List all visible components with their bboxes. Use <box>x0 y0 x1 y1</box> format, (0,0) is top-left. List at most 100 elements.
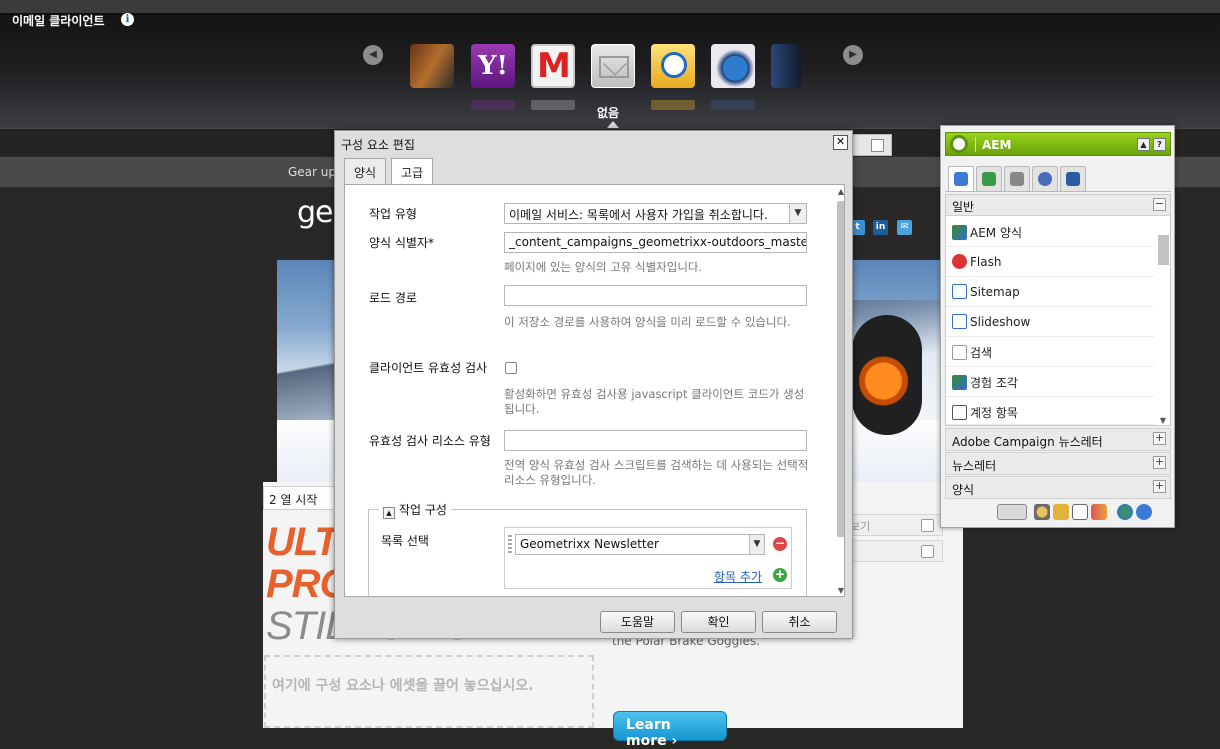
sidekick-tabs <box>945 162 1171 192</box>
design-icon[interactable] <box>1091 504 1107 520</box>
list-select[interactable]: Geometrixx Newsletter ▼ <box>515 534 765 555</box>
globe-icon[interactable] <box>1117 504 1133 520</box>
column-header: 2 열 시작 <box>263 486 343 510</box>
refresh-icon[interactable] <box>1136 504 1152 520</box>
partial-client-icon[interactable] <box>771 44 801 88</box>
reflection <box>471 100 515 110</box>
carousel-prev-icon[interactable]: ◀ <box>363 45 383 65</box>
form-id-help: 페이지에 있는 양식의 고유 식별자입니다. <box>504 260 703 274</box>
help-icon[interactable]: ? <box>1153 138 1166 151</box>
edit-mode-icon[interactable] <box>997 504 1027 520</box>
load-path-help: 이 저장소 경로를 사용하여 양식을 미리 로드할 수 있습니다. <box>504 315 791 329</box>
promo-line-1: ULT <box>266 520 339 564</box>
add-item-link[interactable]: 항목 추가 <box>714 568 762 585</box>
page-properties-icon[interactable] <box>1072 504 1088 520</box>
component-item-label: 계정 항목 <box>970 406 1018 420</box>
collapse-icon[interactable]: ▲ <box>1137 138 1150 151</box>
selected-client-label: 없음 <box>597 106 620 120</box>
experience-fragment-icon <box>952 375 967 390</box>
add-item-icon[interactable]: + <box>773 568 787 582</box>
outlook-icon[interactable] <box>651 44 695 88</box>
load-path-label: 로드 경로 <box>369 291 417 305</box>
drop-zone-text: 여기에 구성 요소나 에셋을 끌어 놓으십시오. <box>272 678 534 694</box>
generic-mail-icon[interactable] <box>591 44 635 88</box>
ok-button[interactable]: 확인 <box>681 611 756 633</box>
drag-handle-icon[interactable] <box>508 535 512 553</box>
help-button[interactable]: 도움말 <box>600 611 675 633</box>
tab-info[interactable] <box>1004 166 1030 192</box>
tab-workflow[interactable] <box>1060 166 1086 192</box>
drop-zone[interactable]: 여기에 구성 요소나 에셋을 끌어 놓으십시오. <box>264 655 594 728</box>
email-client-bar: 이메일 클라이언트 i ◀ ▶ Y! M 없음 <box>0 0 1220 128</box>
component-item[interactable]: 계정 항목 <box>946 397 1154 425</box>
top-strip <box>0 0 1220 13</box>
chevron-down-icon[interactable]: ▼ <box>749 535 764 554</box>
ruler-icon[interactable] <box>1053 504 1069 520</box>
load-path-input[interactable] <box>504 285 807 306</box>
scroll-thumb[interactable] <box>837 201 844 537</box>
tab-advanced[interactable]: 고급 <box>391 158 434 185</box>
nav-text[interactable]: Gear up <box>288 165 336 179</box>
collapse-icon[interactable]: ▲ <box>383 507 395 519</box>
expand-icon[interactable]: + <box>1153 456 1166 469</box>
form-id-label: 양식 식별자* <box>369 236 435 250</box>
expand-icon[interactable]: + <box>1153 480 1166 493</box>
collapse-icon[interactable]: − <box>1153 198 1166 211</box>
component-item[interactable]: Slideshow <box>946 307 1154 337</box>
dialog-scrollbar[interactable]: ▲ ▼ <box>836 187 844 596</box>
linkedin-icon[interactable]: in <box>873 220 888 235</box>
remove-item-icon[interactable]: − <box>773 537 787 551</box>
info-icon[interactable]: i <box>121 13 134 26</box>
thunderbird-icon[interactable] <box>711 44 755 88</box>
scroll-up-icon[interactable]: ▲ <box>836 187 844 197</box>
component-item[interactable]: 검색 <box>946 337 1154 367</box>
form-id-input[interactable]: _content_campaigns_geometrixx-outdoors_m… <box>504 232 807 253</box>
carousel-next-icon[interactable]: ▶ <box>843 45 863 65</box>
component-list-scrollbar[interactable]: ▼ <box>1157 217 1169 425</box>
component-item-label: AEM 양식 <box>970 226 1023 240</box>
cancel-button[interactable]: 취소 <box>762 611 837 633</box>
partial-client-icon[interactable] <box>410 44 454 88</box>
tab-components[interactable] <box>948 166 974 192</box>
group-campaign-newsletter[interactable]: Adobe Campaign 뉴스레터 + <box>945 428 1171 451</box>
scroll-down-icon[interactable]: ▼ <box>1157 416 1169 425</box>
tab-form[interactable]: 양식 <box>344 158 387 184</box>
component-item[interactable]: Flash <box>946 247 1154 277</box>
group-form[interactable]: 양식 + <box>945 476 1171 499</box>
flash-icon <box>952 254 967 269</box>
learn-more-button[interactable]: Learn more › <box>613 711 727 749</box>
component-item-label: 검색 <box>970 346 993 360</box>
mail-icon[interactable]: ✉ <box>897 220 912 235</box>
preview-icon[interactable] <box>1034 504 1050 520</box>
checkbox-icon[interactable] <box>921 519 934 532</box>
component-list: 일반 − AEM 양식 Flash Sitemap Slideshow 검색 경… <box>945 194 1171 426</box>
component-item[interactable]: Sitemap <box>946 277 1154 307</box>
scroll-thumb[interactable] <box>1158 235 1169 265</box>
component-item[interactable]: 경험 조각 <box>946 367 1154 397</box>
paragraph-box[interactable] <box>843 540 943 562</box>
paragraph-box[interactable]: 보기 <box>843 514 943 536</box>
close-icon[interactable]: ✕ <box>833 135 848 150</box>
checkbox-icon[interactable] <box>871 139 884 152</box>
action-config-legend[interactable]: ▲ 작업 구성 <box>379 501 451 519</box>
expand-icon[interactable]: + <box>1153 432 1166 445</box>
info-icon <box>1010 172 1024 186</box>
client-validation-label: 클라이언트 유효성 검사 <box>369 361 488 375</box>
group-general[interactable]: 일반 − <box>946 195 1170 216</box>
yahoo-icon[interactable]: Y! <box>471 44 515 88</box>
tab-versioning[interactable] <box>1032 166 1058 192</box>
action-type-select[interactable]: 이메일 서비스: 목록에서 사용자 가입을 취소합니다. ▼ <box>504 203 807 224</box>
list-select-value: Geometrixx Newsletter <box>520 537 659 551</box>
form-icon <box>952 225 967 240</box>
component-item[interactable]: AEM 양식 <box>946 217 1154 247</box>
gmail-icon[interactable]: M <box>531 44 575 88</box>
group-newsletter[interactable]: 뉴스레터 + <box>945 452 1171 475</box>
list-multifield: Geometrixx Newsletter ▼ − 항목 추가 + <box>504 527 792 589</box>
tab-page[interactable] <box>976 166 1002 192</box>
scroll-down-icon[interactable]: ▼ <box>836 586 844 596</box>
chevron-down-icon[interactable]: ▼ <box>789 204 806 223</box>
sidekick-title: AEM <box>982 138 1012 152</box>
validation-resource-input[interactable] <box>504 430 807 451</box>
client-validation-checkbox[interactable] <box>505 362 517 374</box>
checkbox-icon[interactable] <box>921 545 934 558</box>
